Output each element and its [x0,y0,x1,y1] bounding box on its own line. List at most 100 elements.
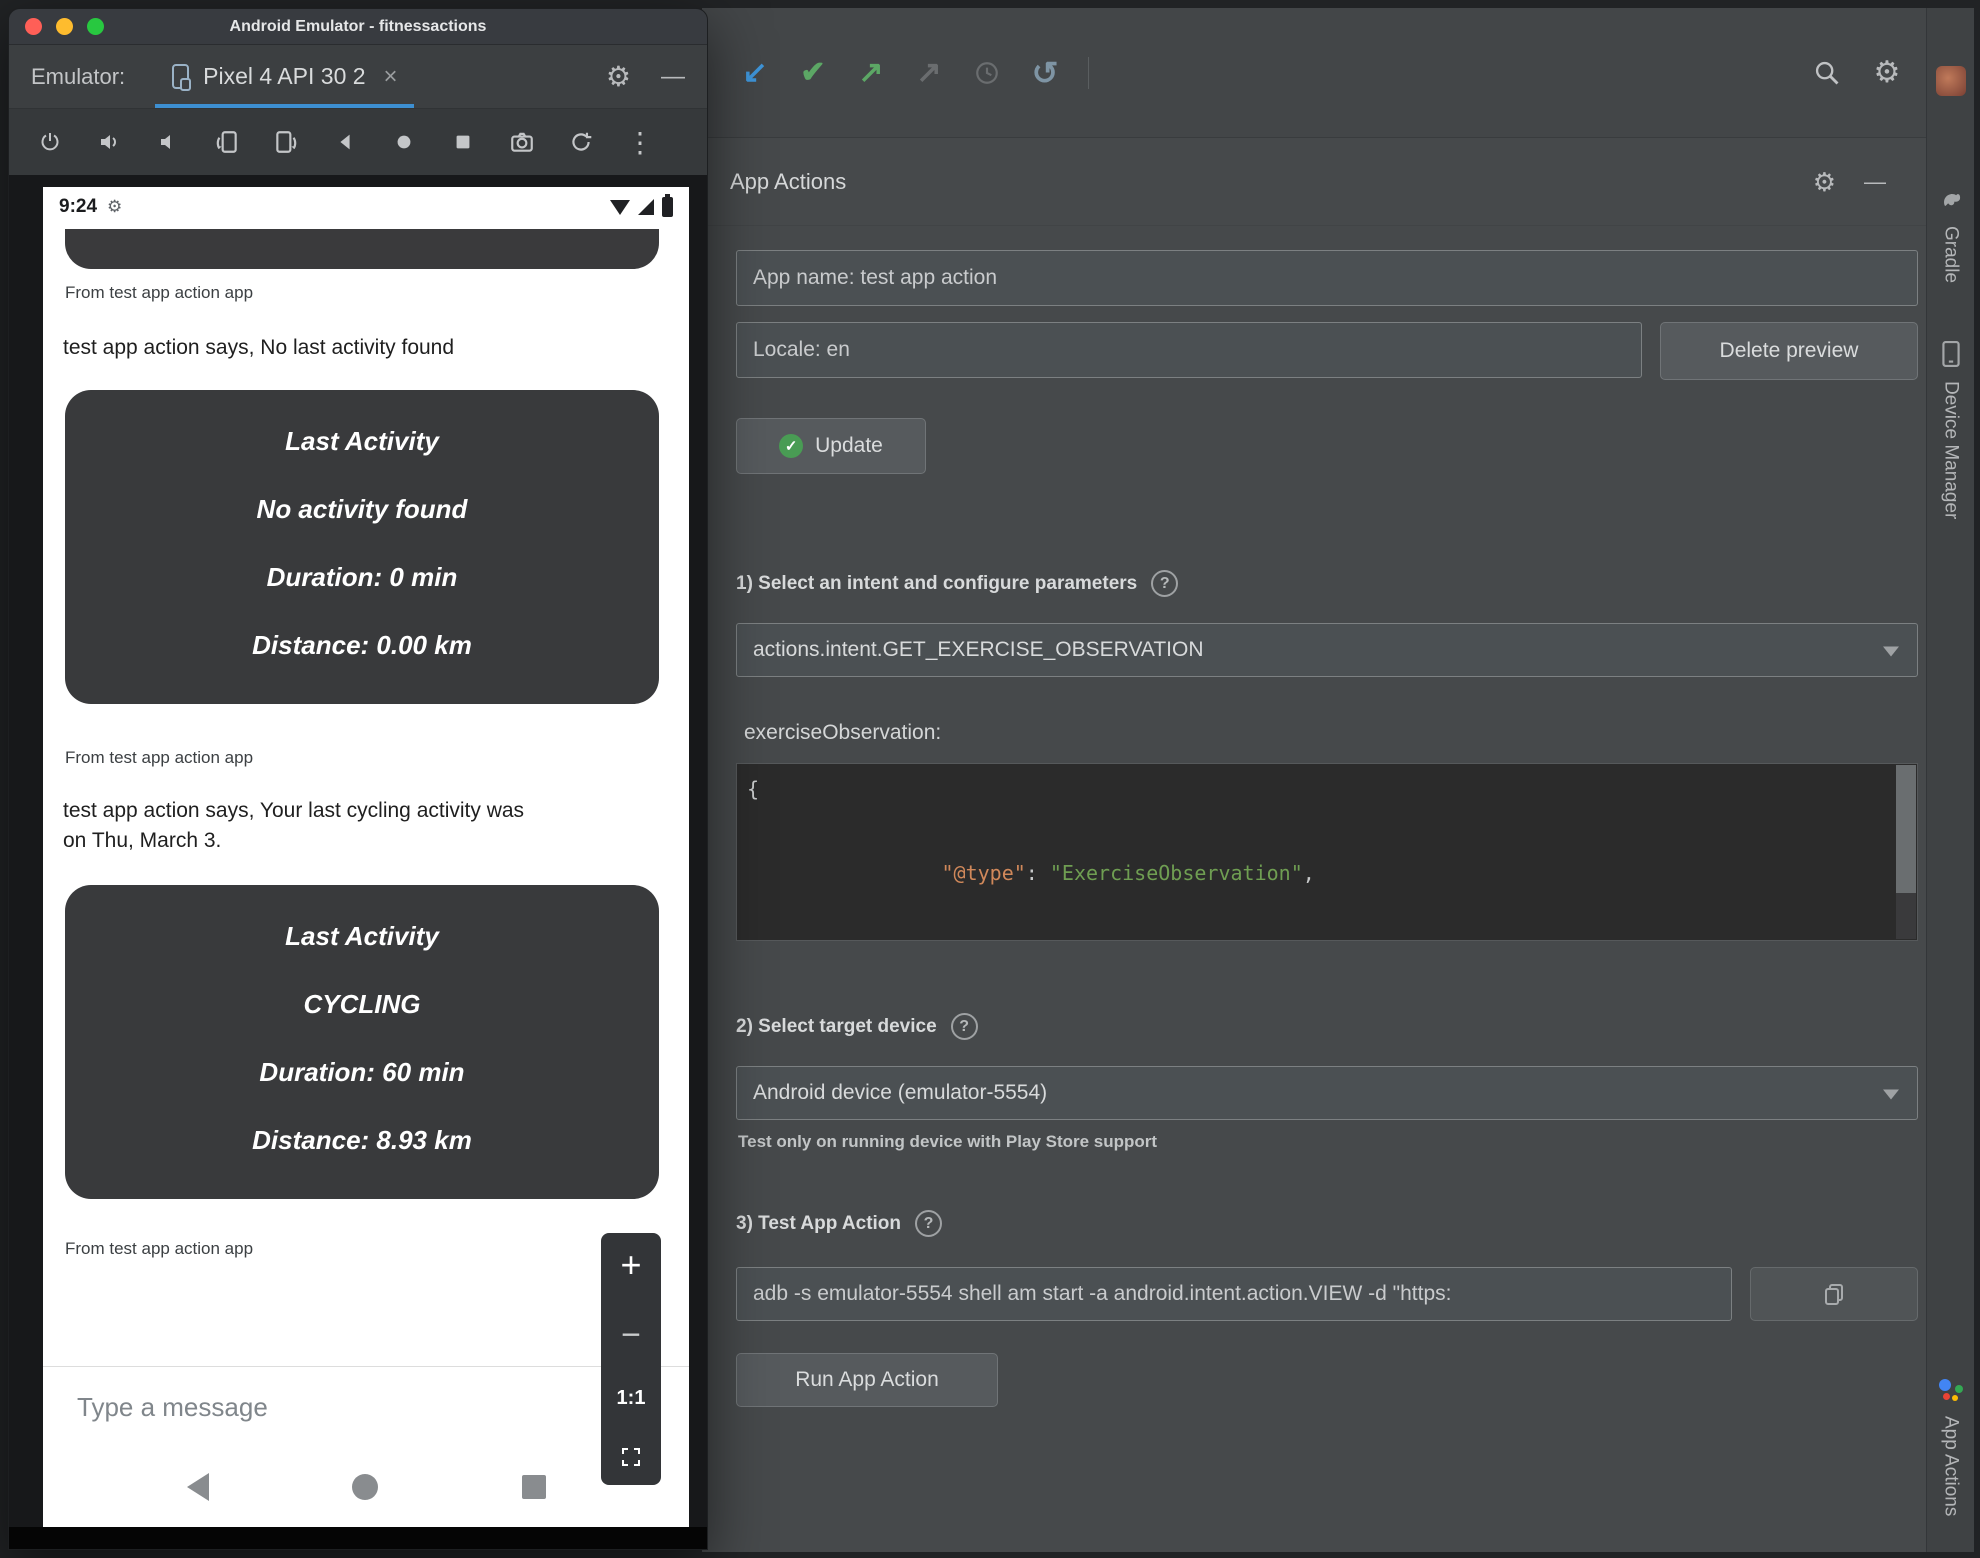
app-name-field[interactable] [736,250,1918,306]
fit-screen-icon[interactable] [619,1445,643,1469]
update-button-label: Update [815,434,883,457]
message-sender-label: From test app action app [65,1239,254,1259]
search-icon[interactable] [1812,56,1842,90]
nav-home-button[interactable] [352,1474,378,1500]
tab-gradle-label: Gradle [1940,226,1962,284]
gradle-icon [1943,194,1960,206]
step3-label-row: 3) Test App Action ? [736,1210,1918,1237]
parameter-name-label: exerciseObservation: [744,721,942,744]
wifi-icon [610,199,630,215]
rollforward-icon[interactable]: ↗ [914,56,944,90]
intent-dropdown-value: actions.intent.GET_EXERCISE_OBSERVATION [753,638,1204,661]
app-actions-panel-content: Delete preview ✓ Update 1) Select an int… [702,226,1926,1407]
tab-app-actions[interactable]: App Actions [1938,1376,1964,1516]
panel-gear-icon[interactable]: ⚙ [1813,169,1836,195]
step1-label: 1) Select an intent and configure parame… [736,572,1138,594]
target-device-dropdown[interactable]: Android device (emulator-5554) [736,1066,1918,1120]
copy-command-button[interactable] [1750,1267,1918,1321]
status-bar: 9:24 ⚙ [43,187,689,227]
commit-check-icon[interactable]: ✔ [798,56,828,90]
panel-minimize-icon[interactable]: — [1864,170,1886,193]
tab-close-icon[interactable]: × [384,63,398,91]
history-clock-icon[interactable] [972,56,1002,90]
device-tab[interactable]: Pixel 4 API 30 2 × [155,45,414,108]
device-note: Test only on running device with Play St… [738,1132,1158,1151]
zoom-in-button[interactable]: + [620,1247,641,1283]
chat-message: test app action says, No last activity f… [63,336,455,359]
run-app-action-button[interactable]: Run App Action [736,1353,998,1407]
settings-gear-icon[interactable]: ⚙ [1872,56,1902,90]
card-distance: Distance: 0.00 km [252,630,472,661]
adb-command-field[interactable] [736,1267,1732,1321]
code-open-brace: { [747,777,760,801]
signal-icon [638,199,654,215]
step1-label-row: 1) Select an intent and configure parame… [736,570,1918,597]
volume-down-button[interactable] [153,127,183,157]
step1-help-icon[interactable]: ? [1151,570,1179,597]
step2-help-icon[interactable]: ? [950,1013,978,1040]
locale-field[interactable] [736,322,1642,378]
camera-button[interactable] [507,127,537,157]
card-title: Last Activity [285,426,439,457]
json-parameter-editor[interactable]: { "@type": "ExerciseObservation", "@cont… [736,763,1918,941]
battery-icon [662,194,673,217]
emulator-minimize-icon[interactable]: — [661,64,685,89]
more-options-icon[interactable]: ⋮ [625,127,655,158]
emulator-toolbar: Emulator: Pixel 4 API 30 2 × ⚙ — [9,45,707,109]
step3-help-icon[interactable]: ? [915,1210,943,1237]
copy-icon [1825,1284,1843,1305]
phone-screen-bezel: 9:24 ⚙ From test app action app test app… [9,175,707,1527]
card-duration: Duration: 0 min [266,562,458,593]
back-button[interactable] [330,127,360,157]
card-title: Last Activity [285,921,439,952]
tab-device-manager[interactable]: Device Manager [1940,341,1962,519]
nav-overview-button[interactable] [521,1475,546,1499]
code-scrollbar-thumb[interactable] [1896,765,1916,893]
update-check-icon: ✓ [779,434,804,458]
update-button[interactable]: ✓ Update [736,418,926,474]
home-button[interactable] [389,127,419,157]
app-actions-assistant-icon [1938,1376,1964,1402]
emulator-window: Android Emulator - fitnessactions Emulat… [8,8,708,1550]
nav-back-button[interactable] [186,1473,209,1501]
emulator-settings-gear-icon[interactable]: ⚙ [606,62,631,91]
last-activity-card: Last Activity CYCLING Duration: 60 min D… [65,885,659,1200]
push-icon[interactable]: ↗ [856,56,886,90]
active-tab-underline [155,104,414,108]
toolbar-divider [1088,56,1089,89]
intent-dropdown[interactable]: actions.intent.GET_EXERCISE_OBSERVATION [736,623,1918,677]
zoom-out-button[interactable]: − [621,1318,641,1352]
delete-preview-button[interactable]: Delete preview [1660,322,1918,380]
card-activity: CYCLING [303,989,421,1020]
profile-avatar[interactable] [1935,66,1966,96]
overview-button[interactable] [448,127,478,157]
tool-window-strip: Gradle Device Manager App Actions [1926,8,1974,1552]
device-manager-icon [1941,341,1960,368]
snapshot-restore-button[interactable] [566,127,596,157]
volume-up-button[interactable] [94,127,124,157]
update-project-icon[interactable]: ↙ [740,56,770,90]
studio-toolbar: ↙ ✔ ↗ ↗ ↺ ⚙ [702,8,1926,138]
card-duration: Duration: 60 min [259,1057,465,1088]
rotate-right-button[interactable] [271,127,301,157]
adb-command-row [736,1267,1918,1321]
desktop: ↙ ✔ ↗ ↗ ↺ ⚙ App Actions ⚙ — App name: te… [0,0,1980,1558]
status-gear-icon: ⚙ [107,197,123,216]
step3-label: 3) Test App Action [736,1212,902,1234]
zoom-ratio-button[interactable]: 1:1 [617,1387,646,1410]
power-button[interactable] [35,127,65,157]
tab-app-actions-label: App Actions [1940,1415,1962,1516]
tab-gradle[interactable]: Gradle [1939,188,1963,283]
tab-device-manager-label: Device Manager [1940,381,1962,520]
undo-icon[interactable]: ↺ [1030,56,1060,90]
emulator-controls: ⋮ [9,109,707,175]
rotate-left-button[interactable] [212,127,242,157]
window-title: Android Emulator - fitnessactions [229,17,487,35]
status-time: 9:24 [59,196,98,217]
scrolled-card-stub [65,229,659,269]
last-activity-card: Last Activity No activity found Duration… [65,390,659,705]
message-input[interactable] [77,1391,445,1423]
zoom-panel: + − 1:1 [601,1233,661,1485]
chat-message: test app action says, Your last cycling … [63,799,525,852]
message-sender-label: From test app action app [65,283,254,302]
